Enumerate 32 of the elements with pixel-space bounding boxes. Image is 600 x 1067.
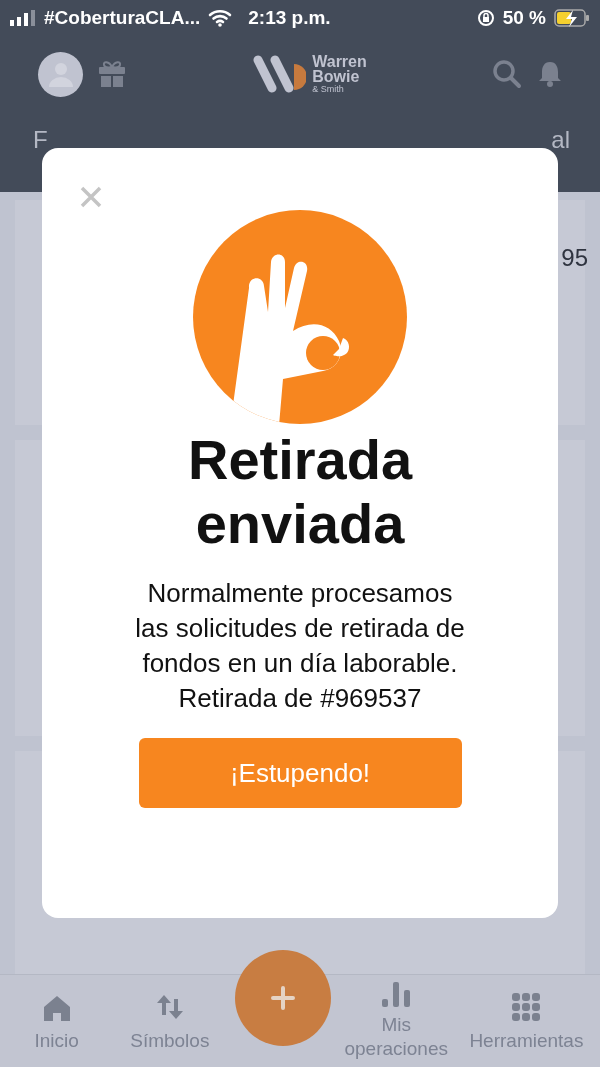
- gift-icon[interactable]: [97, 59, 127, 89]
- bell-icon[interactable]: [538, 60, 562, 88]
- battery-charging-icon: [554, 9, 590, 27]
- rotation-lock-icon: [476, 9, 495, 27]
- tab-label[interactable]: F: [33, 126, 48, 154]
- tab-label[interactable]: al: [551, 126, 570, 154]
- card-value: 95: [561, 244, 588, 273]
- battery-percent: 50 %: [502, 7, 546, 29]
- nav-item-label[interactable]: Inicio: [34, 1029, 79, 1053]
- signal-icon: [10, 10, 36, 26]
- modal-title: Retirada enviada: [186, 428, 414, 556]
- grid-icon: [512, 993, 541, 1021]
- bar-chart-icon: [381, 981, 412, 1009]
- logo-text: Bowie: [312, 68, 361, 84]
- plus-icon: [271, 986, 295, 1010]
- logo-mark-icon: [252, 54, 307, 94]
- ok-hand-icon: [193, 210, 407, 424]
- confirm-button[interactable]: ¡Estupendo!: [138, 738, 462, 808]
- avatar[interactable]: [38, 51, 83, 97]
- logo-text: & Smith: [312, 83, 345, 95]
- nav-item-label[interactable]: Herramientas: [469, 1029, 584, 1053]
- clock-time: 2:13 p.m.: [248, 7, 331, 29]
- nav-item-label[interactable]: Mis operaciones: [339, 1013, 453, 1061]
- home-icon: [42, 995, 71, 1021]
- carrier-name: #CoberturaCLA...: [44, 7, 201, 29]
- modal-message: Normalmente procesamos las solicitudes de retirada de fondos en un día laborable. Retirada de #969537: [134, 577, 466, 715]
- swap-arrows-icon: [154, 993, 185, 1021]
- wifi-icon: [208, 9, 233, 27]
- logo-text: Warren: [312, 53, 367, 69]
- nav-item-label[interactable]: Símbolos: [130, 1029, 210, 1053]
- close-icon[interactable]: [80, 186, 102, 208]
- search-icon[interactable]: [492, 59, 522, 89]
